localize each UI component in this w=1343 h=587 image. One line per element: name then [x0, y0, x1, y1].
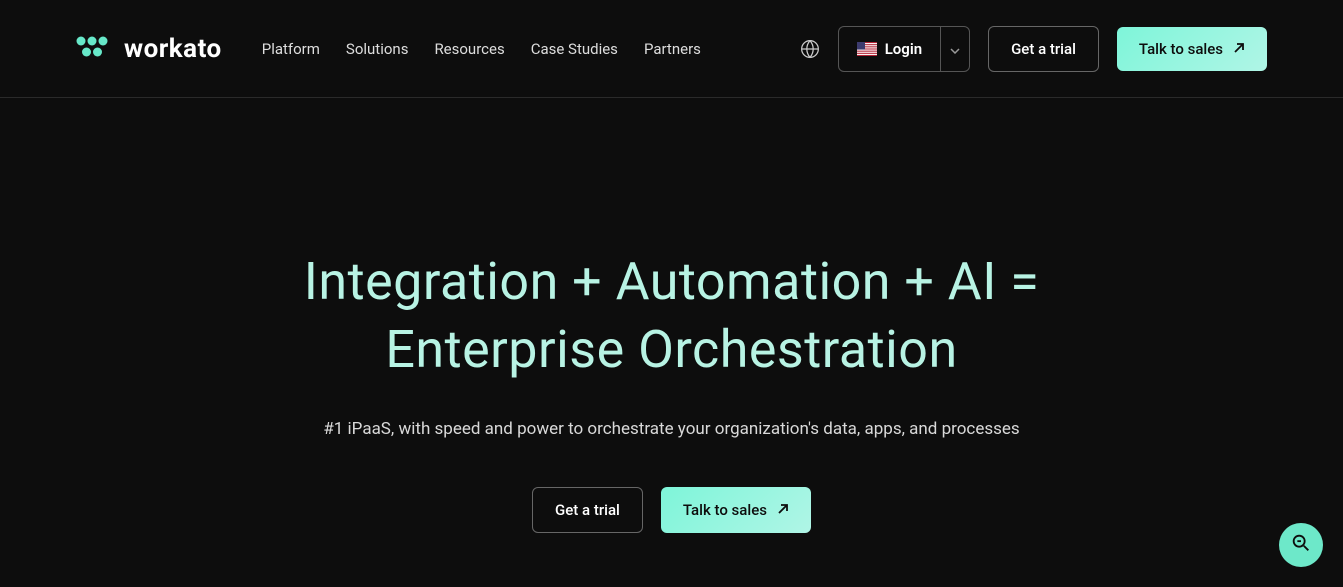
login-dropdown[interactable]: [940, 27, 969, 71]
main-nav: Platform Solutions Resources Case Studie…: [262, 40, 701, 58]
hero-trial-label: Get a trial: [555, 501, 620, 519]
nav-partners[interactable]: Partners: [644, 40, 701, 58]
nav-resources[interactable]: Resources: [434, 40, 504, 58]
chat-search-icon: [1290, 532, 1312, 558]
talk-to-sales-button[interactable]: Talk to sales: [1117, 27, 1267, 71]
hero-subtitle: #1 iPaaS, with speed and power to orches…: [172, 419, 1172, 439]
header-right: Login Get a trial Talk to sales: [800, 26, 1267, 72]
arrow-up-right-icon: [777, 501, 789, 519]
brand-name: workato: [124, 34, 222, 64]
hero-title-line2: Enterprise Orchestration: [385, 319, 957, 380]
us-flag-icon: [857, 42, 877, 56]
brand-logo[interactable]: workato: [76, 34, 222, 64]
chat-widget-button[interactable]: [1279, 523, 1323, 567]
hero-get-trial-button[interactable]: Get a trial: [532, 487, 643, 533]
site-header: workato Platform Solutions Resources Cas…: [0, 0, 1343, 98]
nav-case-studies[interactable]: Case Studies: [531, 40, 618, 58]
hero-title-line1: Integration + Automation + AI =: [304, 251, 1040, 312]
login-label: Login: [885, 40, 922, 58]
get-trial-button[interactable]: Get a trial: [988, 26, 1099, 72]
hero-title: Integration + Automation + AI = Enterpri…: [172, 248, 1172, 383]
logo-mark-icon: [76, 35, 114, 63]
hero-section: Integration + Automation + AI = Enterpri…: [172, 98, 1172, 533]
hero-talk-to-sales-button[interactable]: Talk to sales: [661, 487, 811, 533]
trial-label: Get a trial: [1011, 40, 1076, 58]
nav-platform[interactable]: Platform: [262, 40, 320, 58]
hero-sales-label: Talk to sales: [683, 501, 767, 519]
login-group: Login: [838, 26, 970, 72]
arrow-up-right-icon: [1233, 40, 1245, 58]
nav-solutions[interactable]: Solutions: [346, 40, 409, 58]
sales-label: Talk to sales: [1139, 40, 1223, 58]
hero-cta-group: Get a trial Talk to sales: [172, 487, 1172, 533]
globe-icon[interactable]: [800, 39, 820, 59]
login-button[interactable]: Login: [839, 27, 940, 71]
chevron-down-icon: [950, 39, 960, 58]
